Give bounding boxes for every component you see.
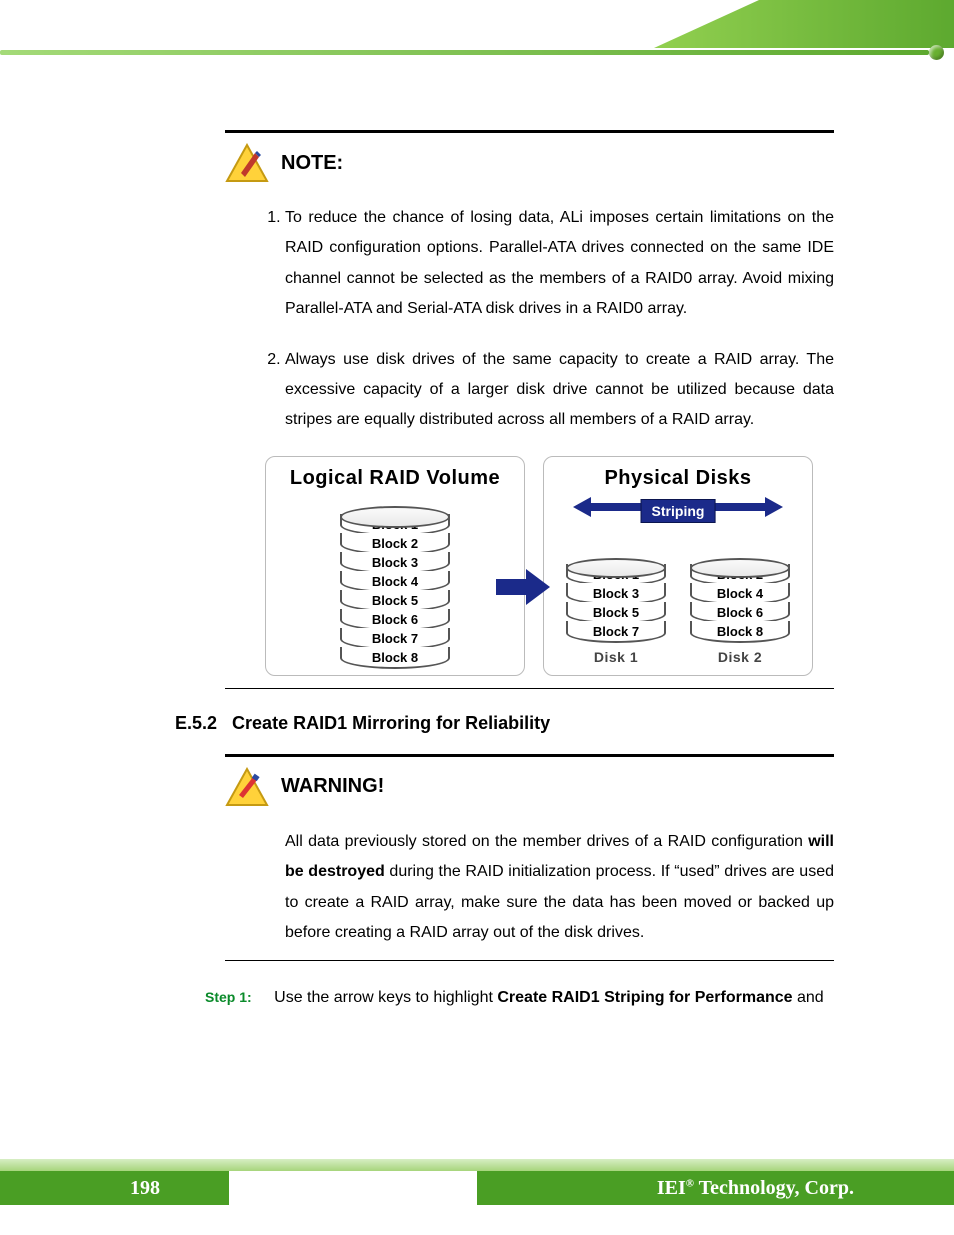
disk1-column: Block 1 Block 3 Block 5 Block 7 Disk 1 — [566, 550, 666, 665]
page-number: 198 — [130, 1177, 160, 1200]
footer-gradient — [0, 1159, 954, 1171]
warning-rule-top — [225, 754, 834, 757]
page-footer: 198 IEI® Technology, Corp. — [0, 1159, 954, 1205]
footer-brand: IEI® Technology, Corp. — [657, 1177, 854, 1200]
page-header — [0, 0, 954, 64]
note-label: NOTE: — [281, 152, 343, 175]
physical-disks-title: Physical Disks — [552, 467, 804, 490]
arrow-right-icon — [496, 569, 550, 605]
section-number: E.5.2 — [175, 713, 217, 733]
warning-text-pre: All data previously stored on the member… — [285, 833, 808, 850]
logical-disk-stack: Block 1 Block 2 Block 3 Block 4 Block 5 … — [340, 506, 450, 669]
brand-post: Technology, Corp. — [694, 1177, 854, 1199]
block-label: Block 8 — [690, 621, 790, 643]
step-text-post: and — [793, 989, 824, 1006]
note-rule-top — [225, 130, 834, 133]
warning-text: All data previously stored on the member… — [285, 827, 834, 949]
striping-badge: Striping — [641, 499, 716, 523]
brand-pre: IEI — [657, 1177, 686, 1199]
block-label: Block 8 — [340, 647, 450, 669]
header-dot-icon — [929, 45, 944, 60]
section-title: Create RAID1 Mirroring for Reliability — [232, 713, 550, 733]
step-label: Step 1: — [205, 989, 252, 1005]
raid-diagram: Logical RAID Volume Block 1 Block 2 Bloc… — [265, 456, 834, 676]
physical-disks-box: Physical Disks Striping Block 1 Block 3 … — [543, 456, 813, 676]
disk1-stack: Block 1 Block 3 Block 5 Block 7 — [566, 558, 666, 643]
note-item: To reduce the chance of losing data, ALi… — [285, 203, 834, 325]
footer-bar: 198 IEI® Technology, Corp. — [0, 1171, 954, 1205]
step-row: Step 1: Use the arrow keys to highlight … — [205, 989, 834, 1007]
disk2-stack: Block 2 Block 4 Block 6 Block 8 — [690, 558, 790, 643]
note-item: Always use disk drives of the same capac… — [285, 345, 834, 436]
warning-rule-bottom — [225, 960, 834, 961]
warning-heading: WARNING! — [225, 767, 834, 807]
warning-block: WARNING! All data previously stored on t… — [175, 754, 834, 962]
header-rule — [0, 50, 929, 55]
note-rule-bottom — [225, 688, 834, 689]
section-heading: E.5.2 Create RAID1 Mirroring for Reliabi… — [175, 713, 834, 734]
brand-sup: ® — [686, 1177, 694, 1189]
step-text-pre: Use the arrow keys to highlight — [274, 989, 497, 1006]
logical-volume-title: Logical RAID Volume — [274, 467, 516, 490]
block-label: Block 7 — [566, 621, 666, 643]
disk2-column: Block 2 Block 4 Block 6 Block 8 Disk 2 — [690, 550, 790, 665]
warning-triangle-icon — [225, 767, 269, 807]
note-heading: NOTE: — [225, 143, 834, 183]
logical-volume-box: Logical RAID Volume Block 1 Block 2 Bloc… — [265, 456, 525, 676]
caution-triangle-icon — [225, 143, 269, 183]
disk2-label: Disk 2 — [690, 649, 790, 665]
note-list: To reduce the chance of losing data, ALi… — [285, 203, 834, 436]
disk1-label: Disk 1 — [566, 649, 666, 665]
step-text-bold: Create RAID1 Striping for Performance — [497, 989, 792, 1006]
warning-label: WARNING! — [281, 775, 384, 798]
page-content: NOTE: To reduce the chance of losing dat… — [175, 130, 834, 1007]
